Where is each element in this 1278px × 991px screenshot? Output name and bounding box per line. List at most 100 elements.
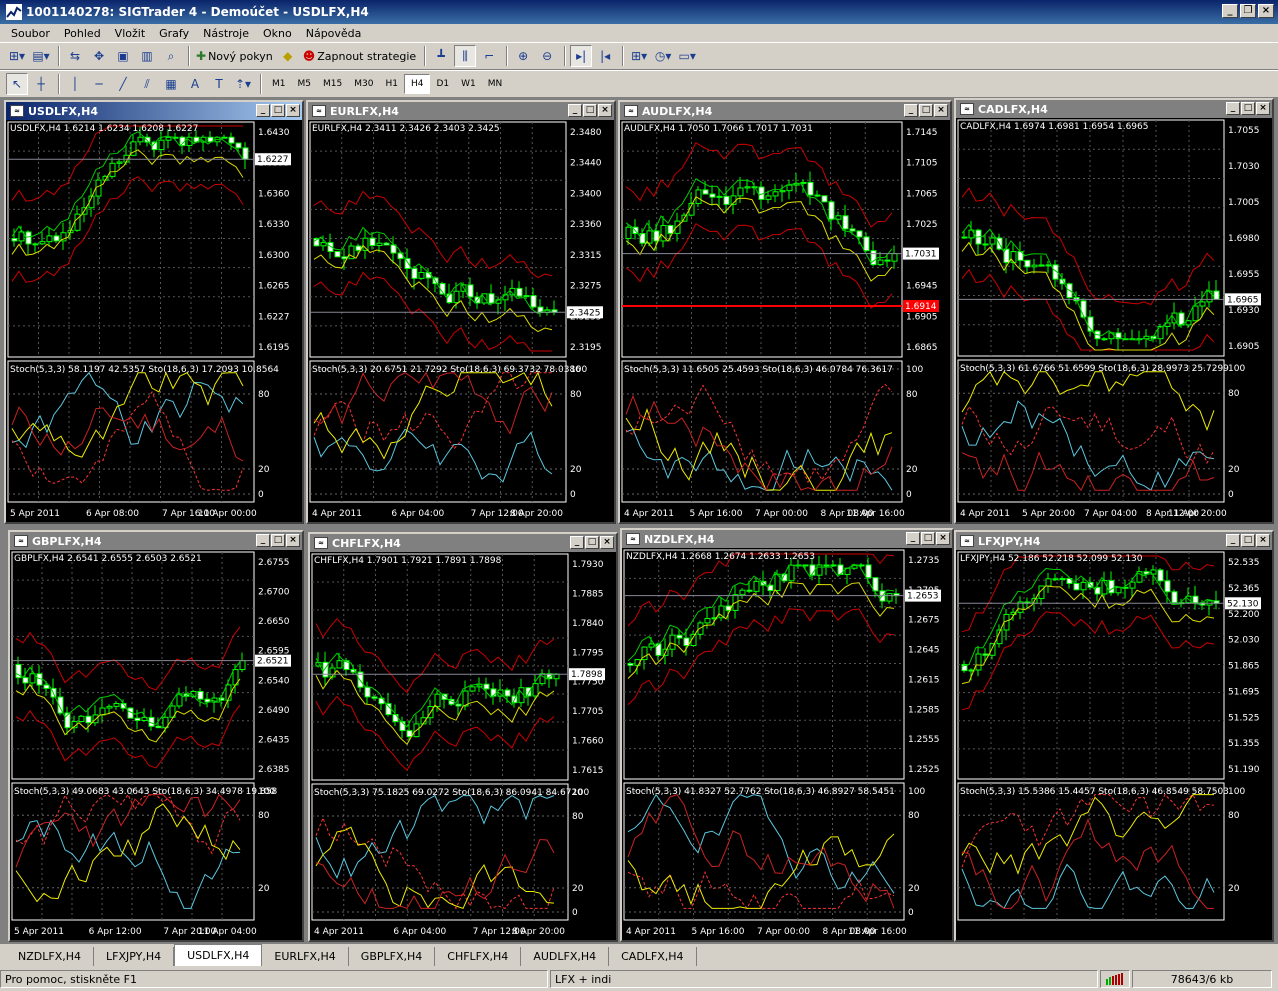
tab-lfxjpy-h4[interactable]: LFXJPY,H4 — [94, 947, 175, 966]
chart-window-lfxjpy[interactable]: ≈ LFXJPY,H4 _ □ × 52.535 52.365 52.200 52.030 51.… — [954, 530, 1274, 942]
close-icon[interactable]: × — [598, 104, 612, 117]
horizontal-line-icon[interactable]: ─ — [88, 73, 110, 95]
close-icon[interactable]: × — [1256, 102, 1270, 115]
market-watch-icon[interactable]: ⇆ — [64, 45, 86, 67]
maximize-icon[interactable]: □ — [271, 534, 285, 547]
chart-canvas[interactable]: 2.34802.34402.34002.33602.33152.32752.32… — [308, 120, 614, 522]
timeframe-mn[interactable]: MN — [482, 74, 509, 94]
equidistant-channel-icon[interactable]: ▦ — [160, 73, 182, 95]
timeframe-d1[interactable]: D1 — [430, 74, 455, 94]
menu-nástroje[interactable]: Nástroje — [196, 27, 256, 40]
chart-canvas[interactable]: 1.64301.63951.63601.63301.63001.62651.62… — [6, 120, 302, 522]
chart-canvas[interactable]: 2.6755 2.6700 2.6650 2.6595 2.6540 2.6490 2.64… — [10, 550, 302, 940]
chart-shift-icon[interactable]: |◂ — [594, 45, 616, 67]
maximize-icon[interactable]: □ — [921, 532, 935, 545]
close-icon[interactable]: × — [936, 532, 950, 545]
autoscroll-icon[interactable]: ▸| — [570, 45, 593, 67]
new-order-button[interactable]: ✚ Nový pokyn — [194, 45, 275, 67]
zoom-out-icon[interactable]: ⊖ — [536, 45, 558, 67]
arrows-icon[interactable]: ⇡▾ — [232, 73, 254, 95]
chart-canvas[interactable]: 52.535 52.365 52.200 52.030 51.865 51.695 51.5… — [956, 550, 1272, 940]
chart-window-gbplfx[interactable]: ≈ GBPLFX,H4 _ □ × 2.6755 2.6700 2.6650 2.6595 2.6… — [8, 530, 304, 942]
menu-pohled[interactable]: Pohled — [57, 27, 108, 40]
minimize-icon[interactable]: _ — [568, 104, 582, 117]
new-chart-icon[interactable]: ⊞▾ — [6, 45, 28, 67]
timeframe-m15[interactable]: M15 — [317, 74, 348, 94]
cursor-icon[interactable]: ↖ — [6, 73, 28, 95]
timeframe-w1[interactable]: W1 — [455, 74, 482, 94]
text-label-icon[interactable]: T — [208, 73, 230, 95]
maximize-icon[interactable]: □ — [1241, 534, 1255, 547]
tab-gbplfx-h4[interactable]: GBPLFX,H4 — [349, 947, 436, 966]
chart-window-title[interactable]: ≈ EURLFX,H4 _ □ × — [308, 102, 614, 120]
menu-okno[interactable]: Okno — [256, 27, 299, 40]
chart-window-eurlfx[interactable]: ≈ EURLFX,H4 _ □ × 2.3480 2.3440 2.3400 2.3360 2.3… — [306, 100, 616, 524]
timeframe-m1[interactable]: M1 — [266, 74, 292, 94]
menu-nápověda[interactable]: Nápověda — [299, 27, 369, 40]
data-window-icon[interactable]: ✥ — [88, 45, 110, 67]
menu-grafy[interactable]: Grafy — [152, 27, 196, 40]
chart-window-title[interactable]: ≈ CADLFX,H4 _ □ × — [956, 100, 1272, 118]
chart-window-title[interactable]: ≈ USDLFX,H4 _ □ × — [6, 102, 302, 120]
close-icon[interactable]: × — [1256, 534, 1270, 547]
tester-icon[interactable]: ⌕ — [160, 45, 182, 67]
menu-soubor[interactable]: Soubor — [4, 27, 57, 40]
minimize-icon[interactable]: _ — [904, 104, 918, 117]
timeframe-m5[interactable]: M5 — [292, 74, 318, 94]
timeframe-h1[interactable]: H1 — [379, 74, 404, 94]
line-chart-icon[interactable]: ⌐ — [478, 45, 500, 67]
chart-window-cadlfx[interactable]: ≈ CADLFX,H4 _ □ × 1.7055 1.7030 1.7005 1.6980 1.6… — [954, 98, 1274, 524]
candlestick-icon[interactable]: ⫼ — [454, 45, 477, 67]
indicators-icon[interactable]: ⊞▾ — [628, 45, 650, 67]
text-icon[interactable]: A — [184, 73, 206, 95]
timeframe-h4[interactable]: H4 — [403, 74, 431, 94]
chart-canvas[interactable]: 1.27351.27051.26751.26451.26151.25851.25… — [622, 548, 952, 940]
metaeditor-icon[interactable]: ◆ — [277, 45, 299, 67]
chart-window-title[interactable]: ≈ CHFLFX,H4 _ □ × — [310, 534, 616, 552]
maximize-icon[interactable]: □ — [583, 104, 597, 117]
chart-window-usdlfx[interactable]: ≈USDLFX,H4_□×1.64301.63951.63601.63301.6… — [4, 100, 304, 524]
tab-eurlfx-h4[interactable]: EURLFX,H4 — [262, 947, 349, 966]
minimize-icon[interactable]: _ — [570, 536, 584, 549]
close-icon[interactable]: × — [286, 104, 300, 117]
close-icon[interactable]: × — [1258, 4, 1274, 18]
menu-vložit[interactable]: Vložit — [108, 27, 152, 40]
profiles-icon[interactable]: ▤▾ — [30, 45, 52, 67]
chart-window-title[interactable]: ≈ AUDLFX,H4 _ □ × — [620, 102, 950, 120]
minimize-icon[interactable]: _ — [906, 532, 920, 545]
chart-window-title[interactable]: ≈ LFXJPY,H4 _ □ × — [956, 532, 1272, 550]
close-icon[interactable]: × — [286, 534, 300, 547]
fibo-icon[interactable]: ⫽ — [136, 73, 158, 95]
chart-canvas[interactable]: 1.7930 1.7885 1.7840 1.7795 1.7750 1.7705 1.76… — [310, 552, 616, 940]
chart-canvas[interactable]: 1.71451.71051.70651.70251.69851.69451.69… — [620, 120, 950, 522]
navigator-icon[interactable]: ▣ — [112, 45, 134, 67]
strategies-button[interactable]: ☻ Zapnout strategie — [301, 45, 418, 67]
minimize-icon[interactable]: _ — [1226, 102, 1240, 115]
close-icon[interactable]: × — [600, 536, 614, 549]
chart-canvas[interactable]: 1.7055 1.7030 1.7005 1.6980 1.6955 1.6930 1.69… — [956, 118, 1272, 522]
periods-icon[interactable]: ◷▾ — [652, 45, 674, 67]
chart-window-title[interactable]: ≈ NZDLFX,H4 _ □ × — [622, 530, 952, 548]
minimize-icon[interactable]: _ — [1222, 4, 1238, 18]
tab-cadlfx-h4[interactable]: CADLFX,H4 — [609, 947, 697, 966]
minimize-icon[interactable]: _ — [1226, 534, 1240, 547]
restore-icon[interactable]: ❐ — [1240, 4, 1256, 18]
minimize-icon[interactable]: _ — [256, 534, 270, 547]
chart-window-chflfx[interactable]: ≈ CHFLFX,H4 _ □ × 1.7930 1.7885 1.7840 1.7795 1.7… — [308, 532, 618, 942]
bar-chart-icon[interactable]: ┻ — [430, 45, 452, 67]
chart-window-audlfx[interactable]: ≈ AUDLFX,H4 _ □ × 1.7145 1.7105 1.7065 1.7025 1.6… — [618, 100, 952, 524]
maximize-icon[interactable]: □ — [585, 536, 599, 549]
chart-window-nzdlfx[interactable]: ≈NZDLFX,H4_□×1.27351.27051.26751.26451.2… — [620, 528, 954, 942]
chart-window-title[interactable]: ≈ GBPLFX,H4 _ □ × — [10, 532, 302, 550]
crosshair-icon[interactable]: ┼ — [30, 73, 52, 95]
minimize-icon[interactable]: _ — [256, 104, 270, 117]
close-icon[interactable]: × — [934, 104, 948, 117]
tab-audlfx-h4[interactable]: AUDLFX,H4 — [521, 947, 610, 966]
trendline-icon[interactable]: ╱ — [112, 73, 134, 95]
maximize-icon[interactable]: □ — [271, 104, 285, 117]
timeframe-m30[interactable]: M30 — [348, 74, 379, 94]
zoom-in-icon[interactable]: ⊕ — [512, 45, 534, 67]
maximize-icon[interactable]: □ — [1241, 102, 1255, 115]
tab-usdlfx-h4[interactable]: USDLFX,H4 — [174, 944, 263, 966]
tab-chflfx-h4[interactable]: CHFLFX,H4 — [435, 947, 522, 966]
